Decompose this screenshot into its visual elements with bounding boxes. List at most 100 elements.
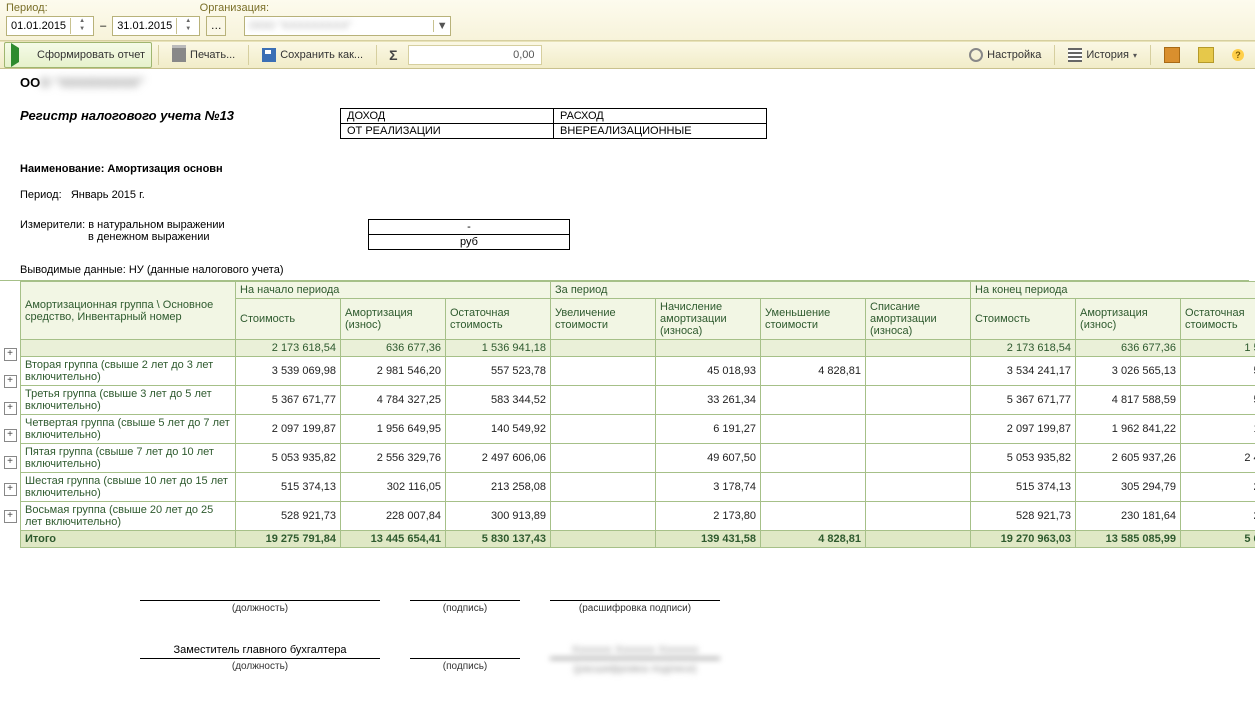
settings-label: Настройка xyxy=(987,49,1041,61)
register-title: Регистр налогового учета №13 xyxy=(20,108,340,123)
report-name: Наименование: Амортизация основн xyxy=(20,163,1249,175)
aux-button-2[interactable] xyxy=(1191,42,1221,68)
table-row[interactable]: Итого19 275 791,8413 445 654,415 830 137… xyxy=(21,531,1255,548)
expand-toggle[interactable]: + xyxy=(4,375,17,388)
date-to-input[interactable]: 31.01.2015 ▲▼ xyxy=(112,16,200,36)
grid-subheader: Остаточная стоимость xyxy=(1181,299,1255,340)
report-period-value: Январь 2015 г. xyxy=(71,189,145,201)
cell-value: 2 173 618,54 xyxy=(971,340,1076,357)
cell-value: 140 549,92 xyxy=(446,415,551,444)
cell-value xyxy=(761,444,866,473)
generate-report-button[interactable]: Сформировать отчет xyxy=(4,42,152,68)
period-label: Период: xyxy=(6,2,48,14)
cell-value xyxy=(551,531,656,548)
square-icon xyxy=(1198,47,1214,63)
save-as-label: Сохранить как... xyxy=(280,49,363,61)
table-row[interactable]: Шестая группа (свыше 10 лет до 15 лет вк… xyxy=(21,473,1255,502)
cell-value: 300 913,89 xyxy=(446,502,551,531)
grid-subheader: Начисление амортизации (износа) xyxy=(656,299,761,340)
list-icon xyxy=(1068,48,1082,62)
cell-value: 528 921,73 xyxy=(236,502,341,531)
expand-toggle[interactable]: + xyxy=(4,429,17,442)
cell-value xyxy=(761,502,866,531)
cell-value: 5 367 671,77 xyxy=(236,386,341,415)
sig-position: (должность) xyxy=(140,584,380,614)
toolbar-separator xyxy=(376,45,377,65)
toolbar-separator xyxy=(158,45,159,65)
date-dash: – xyxy=(100,20,106,32)
cell-value: 1 962 841,22 xyxy=(1076,415,1181,444)
cell-value xyxy=(551,340,656,357)
cell-value: 213 258,08 xyxy=(446,473,551,502)
table-row[interactable]: Вторая группа (свыше 2 лет до 3 лет вклю… xyxy=(21,357,1255,386)
play-icon xyxy=(11,43,33,67)
expand-column: + + + + + + + xyxy=(0,281,20,548)
cell-value xyxy=(551,386,656,415)
date-from-input[interactable]: 01.01.2015 ▲▼ xyxy=(6,16,94,36)
signatures-block: (должность) (подпись) (расшифровка подпи… xyxy=(20,584,1249,677)
chevron-down-icon[interactable]: ▼ xyxy=(433,20,450,32)
table-row[interactable]: 2 173 618,54636 677,361 536 941,182 173 … xyxy=(21,340,1255,357)
cell-value xyxy=(761,386,866,415)
history-button[interactable]: История ▾ xyxy=(1061,42,1144,68)
square-icon xyxy=(1164,47,1180,63)
period-picker-button[interactable]: … xyxy=(206,16,226,36)
row-name: Третья группа (свыше 3 лет до 5 лет вклю… xyxy=(21,386,236,415)
income-expense-table: ДОХОДРАСХОД ОТ РЕАЛИЗАЦИИВНЕРЕАЛИЗАЦИОНН… xyxy=(340,108,767,139)
cell-value: 636 677,36 xyxy=(341,340,446,357)
row-name: Пятая группа (свыше 7 лет до 10 лет вклю… xyxy=(21,444,236,473)
organization-label: Организация: xyxy=(200,2,269,14)
expand-toggle[interactable]: + xyxy=(4,510,17,523)
cell-value: 2 981 546,20 xyxy=(341,357,446,386)
measures-table: - руб xyxy=(368,219,570,250)
cell-value: 1 956 649,95 xyxy=(341,415,446,444)
save-as-button[interactable]: Сохранить как... xyxy=(255,42,370,68)
cell-value: 5 685 8 xyxy=(1181,531,1255,548)
expand-toggle[interactable]: + xyxy=(4,456,17,469)
table-row[interactable]: Третья группа (свыше 3 лет до 5 лет вклю… xyxy=(21,386,1255,415)
report-period: Период: Январь 2015 г. xyxy=(20,189,1249,201)
date-to-spinner[interactable]: ▲▼ xyxy=(176,18,199,34)
grid-subheader: Уменьшение стоимости xyxy=(761,299,866,340)
expand-toggle[interactable]: + xyxy=(4,402,17,415)
sig-decipher: (расшифровка подписи) xyxy=(550,584,720,614)
cell-value: 19 275 791,84 xyxy=(236,531,341,548)
cell-value: 6 191,27 xyxy=(656,415,761,444)
cell-value: 4 817 588,59 xyxy=(1076,386,1181,415)
help-button[interactable]: ? xyxy=(1225,42,1251,68)
cell-value xyxy=(551,444,656,473)
grid-subheader: Стоимость xyxy=(236,299,341,340)
cell-value xyxy=(866,415,971,444)
sum-display: 0,00 xyxy=(408,45,542,65)
table-row[interactable]: Четвертая группа (свыше 5 лет до 7 лет в… xyxy=(21,415,1255,444)
report-grid[interactable]: Амортизационная группа \ Основное средст… xyxy=(20,281,1255,548)
sig-signature: (подпись) xyxy=(410,584,520,614)
organization-combo[interactable]: ООО "XXXXXXXXX" ▼ xyxy=(244,16,451,36)
measure-money-label: в денежном выражении xyxy=(20,231,368,243)
report-body: ООО "XXXXXXXXX" Регистр налогового учета… xyxy=(0,69,1255,725)
sum-value: 0,00 xyxy=(513,49,534,61)
cell-value: 528 921,73 xyxy=(971,502,1076,531)
cell-value: 550 0 xyxy=(1181,386,1255,415)
table-row[interactable]: Восьмая группа (свыше 20 лет до 25 лет в… xyxy=(21,502,1255,531)
cell-value: 515 374,13 xyxy=(971,473,1076,502)
cell-value: 19 270 963,03 xyxy=(971,531,1076,548)
date-to-value: 31.01.2015 xyxy=(113,20,176,32)
settings-button[interactable]: Настройка xyxy=(962,42,1048,68)
expand-toggle[interactable]: + xyxy=(4,348,17,361)
table-row[interactable]: Пятая группа (свыше 7 лет до 10 лет вклю… xyxy=(21,444,1255,473)
expand-toggle[interactable]: + xyxy=(4,483,17,496)
cell-value: 210 0 xyxy=(1181,473,1255,502)
cell-value xyxy=(866,444,971,473)
cell-value: 3 178,74 xyxy=(656,473,761,502)
mini-cell: РАСХОД xyxy=(554,109,767,124)
cell-value xyxy=(866,531,971,548)
measures-labels: Измерители: в натуральном выражении в де… xyxy=(20,219,368,243)
aux-button-1[interactable] xyxy=(1157,42,1187,68)
date-from-spinner[interactable]: ▲▼ xyxy=(70,18,93,34)
cell-value: 5 367 671,77 xyxy=(971,386,1076,415)
cell-value: 583 344,52 xyxy=(446,386,551,415)
print-button[interactable]: Печать... xyxy=(165,42,242,68)
toolbar: Сформировать отчет Печать... Сохранить к… xyxy=(0,41,1255,69)
cell-value xyxy=(866,357,971,386)
